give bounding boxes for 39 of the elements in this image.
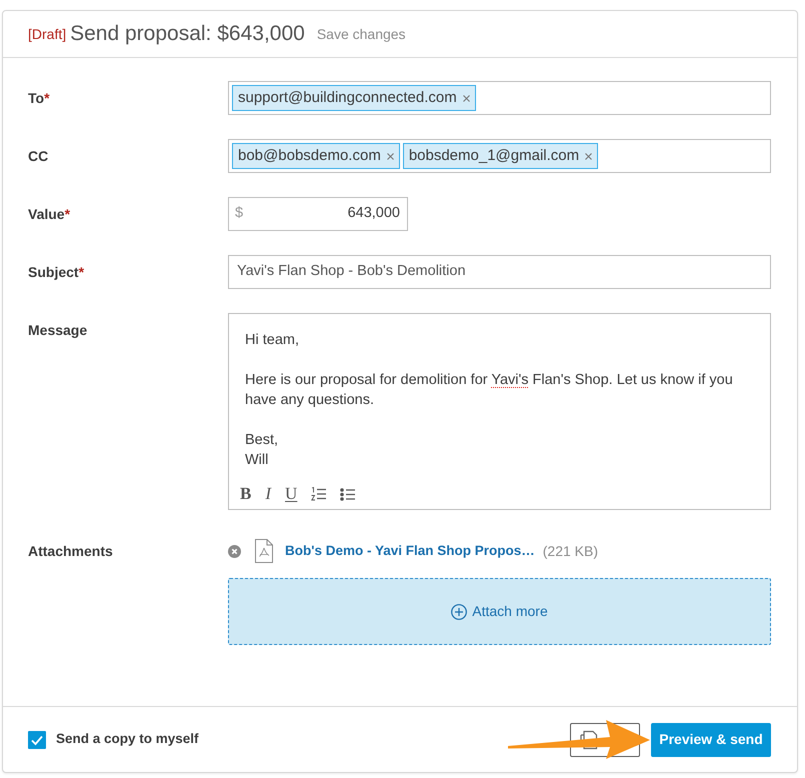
recipient-email: support@buildingconnected.com: [238, 88, 457, 108]
message-editor[interactable]: Hi team, Here is our proposal for demolition for Yavi's Flan's Shop. Let us know if you have any questions. Best, Will B I U: [228, 313, 771, 510]
message-body-text: Here is our proposal for demolition for Yavi's Flan's Shop. Let us know if you have any questions.: [245, 371, 734, 410]
plus-icon: [451, 604, 468, 620]
italic-button[interactable]: I: [261, 483, 276, 505]
value-field[interactable]: $ 643,000: [228, 197, 408, 231]
recipient-field[interactable]: support@buildingconnected.com: [228, 81, 771, 115]
subject-field[interactable]: Yavi's Flan Shop - Bob's Demolition: [228, 255, 771, 289]
field-label: Attachments: [28, 542, 114, 561]
underline-button[interactable]: U: [281, 483, 302, 505]
draft-tag: [Draft]: [28, 25, 66, 43]
recipient-chip[interactable]: bobsdemo_1@gmail.com: [402, 143, 598, 169]
remove-icon[interactable]: [228, 544, 241, 558]
checkbox[interactable]: [28, 730, 46, 748]
recipient-chip[interactable]: bob@bobsdemo.com: [232, 143, 400, 169]
bulleted-list-icon: [340, 488, 356, 500]
copy-to-self-label[interactable]: Send a copy to myself: [56, 729, 199, 750]
numbered-list-icon: [311, 487, 326, 501]
document-icon: [255, 539, 273, 563]
recipient-email: bob@bobsdemo.com: [238, 146, 381, 166]
field-label: Subject*: [28, 263, 86, 282]
attach-more-button[interactable]: Attach more: [228, 578, 771, 645]
attachment-link[interactable]: Bob's Demo - Yavi Flan Shop Propos…: [285, 540, 535, 562]
recipient-field[interactable]: bob@bobsdemo.com bobsdemo_1@gmail.com: [228, 139, 771, 173]
close-icon[interactable]: [386, 152, 394, 160]
field-label: Message: [28, 321, 88, 340]
close-icon[interactable]: [462, 94, 470, 102]
signature-text: Will: [245, 451, 270, 470]
field-label: Value*: [28, 205, 72, 224]
recipient-email: bobsdemo_1@gmail.com: [408, 146, 580, 166]
file-size: (221 KB): [542, 542, 598, 561]
dialog-title: Send proposal: $643,000: [70, 21, 305, 47]
greeting-text: Hi team,: [245, 331, 300, 350]
field-label: To*: [28, 89, 51, 108]
bold-button[interactable]: B: [236, 483, 256, 505]
recipient-chip[interactable]: support@buildingconnected.com: [232, 85, 476, 111]
close-icon[interactable]: [585, 152, 592, 160]
closing-text: Best,: [245, 431, 280, 450]
field-label: CC: [28, 147, 50, 166]
